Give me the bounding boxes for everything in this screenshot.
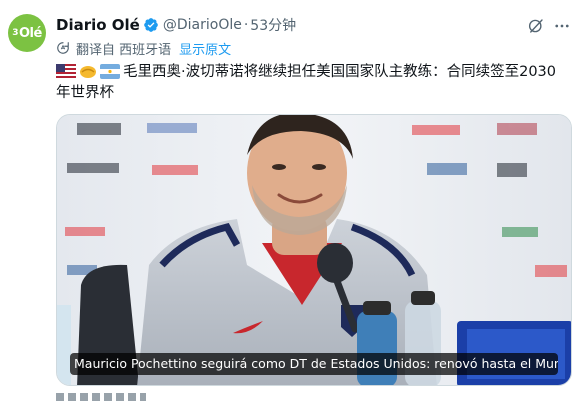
tweet-media[interactable]: Mauricio Pochettino seguirá como DT de E… <box>56 114 572 386</box>
verified-badge-icon <box>144 18 158 32</box>
author-handle[interactable]: @DiarioOle <box>163 17 242 33</box>
tweet-header: Diario Olé @DiarioOle · 53分钟 <box>56 15 296 35</box>
show-original-link[interactable]: 显示原文 <box>179 39 231 58</box>
media-caption: Mauricio Pochettino seguirá como DT de E… <box>70 353 558 375</box>
argentina-flag-icon <box>100 64 120 79</box>
post-actions-stub <box>56 393 146 401</box>
avatar-logo-number: 3 <box>12 28 18 38</box>
translation-notice: 翻译自 西班牙语 显示原文 <box>56 39 231 58</box>
avatar[interactable]: 3 Olé <box>8 14 46 52</box>
photo <box>57 115 571 385</box>
avatar-logo-text: Olé <box>18 25 42 41</box>
grok-icon[interactable] <box>527 17 545 35</box>
author-name[interactable]: Diario Olé <box>56 16 140 34</box>
post-time[interactable]: 53分钟 <box>250 15 296 35</box>
us-flag-icon <box>56 64 76 79</box>
tweet-body-text: 毛里西奥·波切蒂诺将继续担任美国国家队主教练：合同续签至2030年世界杯 <box>56 64 557 101</box>
more-icon[interactable] <box>553 17 571 35</box>
handshake-icon <box>80 66 96 78</box>
header-separator: · <box>243 17 249 33</box>
translated-from-label: 翻译自 西班牙语 <box>76 42 172 58</box>
translate-icon <box>57 42 69 54</box>
tweet-post[interactable]: 3 Olé Diario Olé @DiarioOle · 53分钟 翻译自 西班… <box>0 0 576 411</box>
tweet-text: 毛里西奥·波切蒂诺将继续担任美国国家队主教练：合同续签至2030年世界杯 <box>56 62 568 104</box>
avatar-logo: 3 Olé <box>8 14 46 52</box>
